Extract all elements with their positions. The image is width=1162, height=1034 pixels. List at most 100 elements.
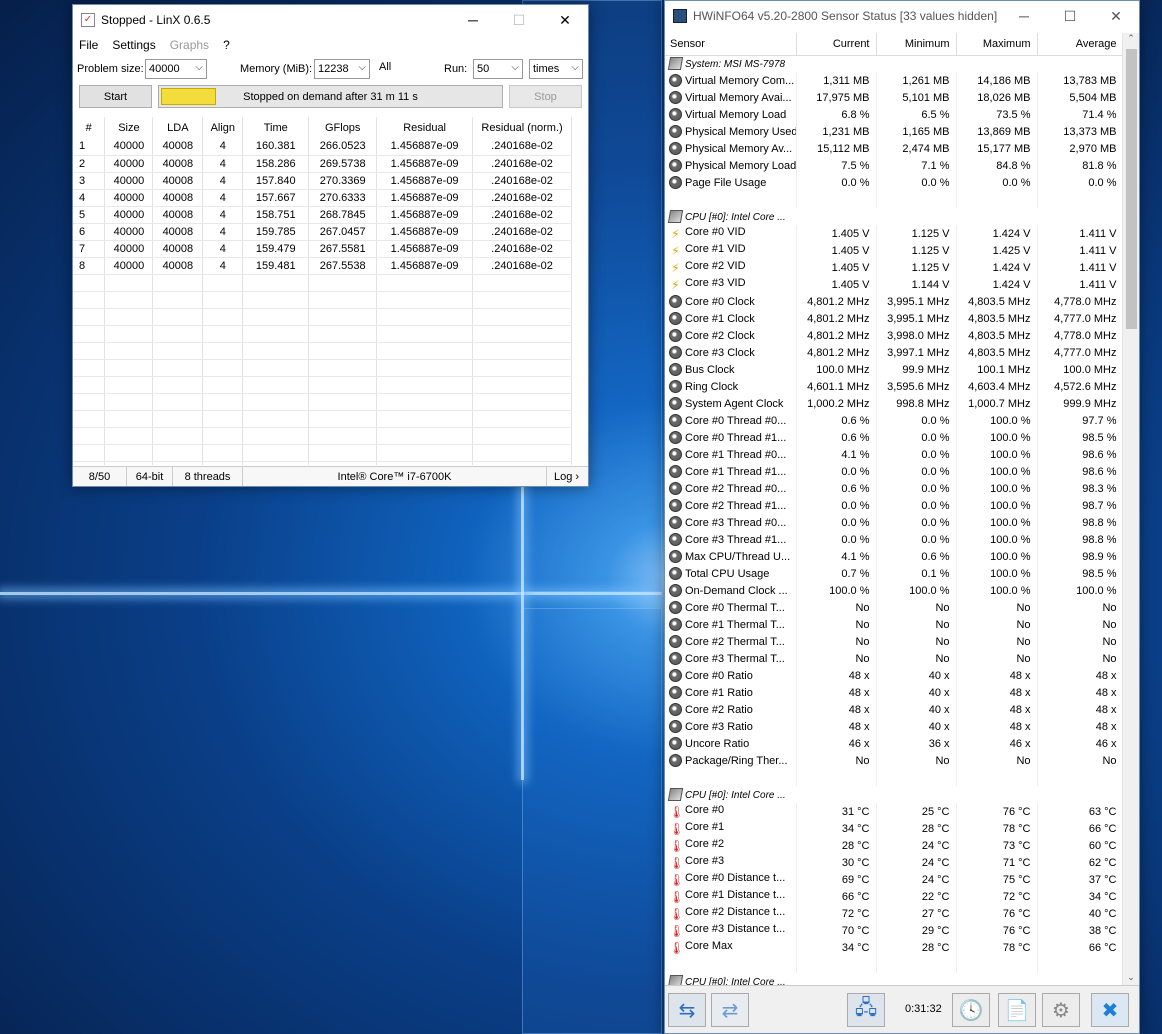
memory-all-button[interactable]: All	[379, 61, 391, 73]
sensor-row[interactable]: Core #3 Clock 4,801.2 MHz 3,997.1 MHz 4,803…	[665, 344, 1123, 361]
sensor-gauge-icon	[669, 567, 682, 580]
sensor-group-row[interactable]: System: MSI MS-7978	[665, 55, 1123, 72]
sensor-row[interactable]: Core #0 Clock 4,801.2 MHz 3,995.1 MHz 4,803…	[665, 293, 1123, 310]
sensor-row[interactable]: Uncore Ratio 46 x 36 x 46 x 46 x	[665, 735, 1123, 752]
sensor-row[interactable]: Core #1 Thread #1... 0.0 % 0.0 % 100.0 % 98.…	[665, 463, 1123, 480]
linx-titlebar[interactable]: ✓ Stopped - LinX 0.6.5 ─ ☐ ✕	[73, 5, 588, 35]
results-column-header[interactable]: Time	[242, 117, 310, 138]
scrollbar-thumb[interactable]	[1126, 49, 1137, 329]
sensor-row[interactable]: Core #3 Thread #0... 0.0 % 0.0 % 100.0 % 98.…	[665, 514, 1123, 531]
sensor-row[interactable]: ⚡ Core #1 VID 1.405 V 1.125 V 1.425 V 1.411 V	[665, 242, 1123, 259]
sensor-row[interactable]: Core #1 Clock 4,801.2 MHz 3,995.1 MHz 4,803…	[665, 310, 1123, 327]
memory-combo[interactable]: 12238 ⌵	[314, 59, 370, 79]
sensor-row[interactable]: Core #2 Clock 4,801.2 MHz 3,998.0 MHz 4,803…	[665, 327, 1123, 344]
run-count-combo[interactable]: 50 ⌵	[473, 59, 523, 79]
sensor-row[interactable]: Core #0 Thread #0... 0.6 % 0.0 % 100.0 % 97.…	[665, 412, 1123, 429]
sensor-row[interactable]: Core #3 Thread #1... 0.0 % 0.0 % 100.0 % 98.…	[665, 531, 1123, 548]
sensor-row[interactable]: 🌡Core #0 31 °C 25 °C 76 °C 63 °C	[665, 803, 1123, 820]
results-cell	[73, 376, 106, 394]
sensor-row[interactable]: Core #0 Thread #1... 0.6 % 0.0 % 100.0 % 98.…	[665, 429, 1123, 446]
sensor-row[interactable]: 🌡Core Max 34 °C 28 °C 78 °C 66 °C	[665, 939, 1123, 956]
results-cell	[202, 359, 244, 377]
sensor-row[interactable]: ⚡ Core #2 VID 1.405 V 1.125 V 1.424 V 1.411 V	[665, 259, 1123, 276]
sensor-row[interactable]: Core #2 Ratio 48 x 40 x 48 x 48 x	[665, 701, 1123, 718]
sensor-group-row[interactable]: CPU [#0]: Intel Core ...	[665, 786, 1123, 803]
results-column-header[interactable]: Residual	[376, 117, 474, 138]
sensor-row[interactable]: Core #1 Thread #0... 4.1 % 0.0 % 100.0 % 98.…	[665, 446, 1123, 463]
hwinfo-titlebar[interactable]: HWiNFO64 v5.20-2800 Sensor Status [33 va…	[665, 1, 1139, 31]
sensor-column-header[interactable]: Minimum	[876, 33, 957, 56]
menu-settings[interactable]: Settings	[112, 38, 155, 52]
sensor-row[interactable]: Virtual Memory Load 6.8 % 6.5 % 73.5 % 71.4 …	[665, 106, 1123, 123]
results-column-header[interactable]: #	[73, 117, 106, 138]
sensor-group-row[interactable]: CPU [#0]: Intel Core ...	[665, 208, 1123, 225]
collapse-arrows-icon[interactable]: ⇄	[711, 993, 749, 1027]
expand-arrows-icon[interactable]: ⇆	[668, 993, 706, 1027]
results-column-header[interactable]: Align	[202, 117, 244, 138]
sensor-row[interactable]: Core #2 Thread #1... 0.0 % 0.0 % 100.0 % 98.…	[665, 497, 1123, 514]
start-button[interactable]: Start	[79, 85, 152, 108]
close-icon[interactable]: ✕	[1093, 1, 1139, 31]
sensor-row[interactable]: ⚡ Core #0 VID 1.405 V 1.125 V 1.424 V 1.411 V	[665, 225, 1123, 242]
sensor-row[interactable]: 🌡Core #1 34 °C 28 °C 78 °C 66 °C	[665, 820, 1123, 837]
sensor-row[interactable]: Core #0 Ratio 48 x 40 x 48 x 48 x	[665, 667, 1123, 684]
sensor-row[interactable]: 🌡Core #1 Distance t... 66 °C 22 °C 72 °C 34 …	[665, 888, 1123, 905]
sensor-row[interactable]: Core #1 Thermal T... No No No No	[665, 616, 1123, 633]
run-unit-combo[interactable]: times ⌵	[529, 59, 583, 79]
sensor-column-header[interactable]: Sensor	[665, 33, 797, 56]
sensor-row[interactable]: ⚡ Core #3 VID 1.405 V 1.144 V 1.424 V 1.411 V	[665, 276, 1123, 293]
sensor-value-cell: 66 °C	[1037, 820, 1123, 837]
results-column-header[interactable]: GFlops	[308, 117, 378, 138]
sensor-name-cell: Core #2 Thread #1...	[665, 497, 797, 514]
scroll-down-icon[interactable]: ⌄	[1123, 972, 1139, 983]
close-sensors-icon[interactable]: ✖	[1091, 993, 1129, 1027]
network-icon[interactable]: 🖧	[847, 993, 885, 1027]
sensor-row[interactable]: Total CPU Usage 0.7 % 0.1 % 100.0 % 98.5 %	[665, 565, 1123, 582]
results-column-header[interactable]: Residual (norm.)	[472, 117, 572, 138]
sensor-row[interactable]: 🌡Core #2 28 °C 24 °C 73 °C 60 °C	[665, 837, 1123, 854]
sensor-row[interactable]: 🌡Core #3 30 °C 24 °C 71 °C 62 °C	[665, 854, 1123, 871]
sensor-row[interactable]: Page File Usage 0.0 % 0.0 % 0.0 % 0.0 %	[665, 174, 1123, 191]
sensor-row[interactable]: Max CPU/Thread U... 4.1 % 0.6 % 100.0 % 98.9…	[665, 548, 1123, 565]
sensor-column-header[interactable]: Maximum	[956, 33, 1038, 56]
sensor-row[interactable]: Core #3 Thermal T... No No No No	[665, 650, 1123, 667]
sensor-row[interactable]: Core #2 Thread #0... 0.6 % 0.0 % 100.0 % 98.…	[665, 480, 1123, 497]
settings-gear-icon[interactable]: ⚙	[1042, 993, 1080, 1027]
sensor-scrollbar[interactable]: ⌃ ⌄	[1122, 33, 1139, 985]
sensor-row[interactable]: System Agent Clock 1,000.2 MHz 998.8 MHz 1,…	[665, 395, 1123, 412]
sensor-row[interactable]: 🌡Core #2 Distance t... 72 °C 27 °C 76 °C 40 …	[665, 905, 1123, 922]
scroll-up-icon[interactable]: ⌃	[1123, 33, 1139, 44]
sensor-row[interactable]: Physical Memory Av... 15,112 MB 2,474 MB 15…	[665, 140, 1123, 157]
sensor-row[interactable]: Physical Memory Load 7.5 % 7.1 % 84.8 % 81.8…	[665, 157, 1123, 174]
sensor-row[interactable]: 🌡Core #0 Distance t... 69 °C 24 °C 75 °C 37 …	[665, 871, 1123, 888]
sensor-row[interactable]: Bus Clock 100.0 MHz 99.9 MHz 100.1 MHz 100.0…	[665, 361, 1123, 378]
close-icon[interactable]: ✕	[542, 5, 588, 35]
clock-reset-icon[interactable]: 🕓	[952, 993, 990, 1027]
sensor-group-row[interactable]: CPU [#0]: Intel Core ...	[665, 973, 1123, 985]
sensor-row[interactable]: Virtual Memory Com... 1,311 MB 1,261 MB 14,…	[665, 72, 1123, 89]
log-file-icon[interactable]: 📄	[998, 993, 1036, 1027]
results-column-header[interactable]: LDA	[152, 117, 204, 138]
results-cell	[376, 274, 474, 292]
sensor-row[interactable]: Physical Memory Used 1,231 MB 1,165 MB 13,8…	[665, 123, 1123, 140]
sensor-column-header[interactable]: Average	[1037, 33, 1123, 56]
sensor-name-cell: CPU [#0]: Intel Core ...	[665, 208, 1123, 225]
minimize-icon[interactable]: ─	[1001, 1, 1047, 31]
menu-help[interactable]: ?	[223, 38, 230, 52]
sensor-row[interactable]: Core #0 Thermal T... No No No No	[665, 599, 1123, 616]
maximize-icon[interactable]: ☐	[1047, 1, 1093, 31]
sensor-row[interactable]: Core #1 Ratio 48 x 40 x 48 x 48 x	[665, 684, 1123, 701]
problem-size-combo[interactable]: 40000 ⌵	[145, 59, 207, 79]
sensor-row[interactable]: Ring Clock 4,601.1 MHz 3,595.6 MHz 4,603.4 …	[665, 378, 1123, 395]
sensor-row[interactable]: Package/Ring Ther... No No No No	[665, 752, 1123, 769]
sensor-column-header[interactable]: Current	[796, 33, 877, 56]
sensor-row[interactable]: Core #2 Thermal T... No No No No	[665, 633, 1123, 650]
sensor-row[interactable]: Core #3 Ratio 48 x 40 x 48 x 48 x	[665, 718, 1123, 735]
results-column-header[interactable]: Size	[104, 117, 154, 138]
sensor-row[interactable]: 🌡Core #3 Distance t... 70 °C 29 °C 76 °C 38 …	[665, 922, 1123, 939]
sensor-row[interactable]: On-Demand Clock ... 100.0 % 100.0 % 100.0 %…	[665, 582, 1123, 599]
sensor-row[interactable]: Virtual Memory Avai... 17,975 MB 5,101 MB 1…	[665, 89, 1123, 106]
menu-file[interactable]: File	[79, 38, 98, 52]
minimize-icon[interactable]: ─	[450, 5, 496, 35]
log-button[interactable]: Log ›	[547, 467, 586, 486]
